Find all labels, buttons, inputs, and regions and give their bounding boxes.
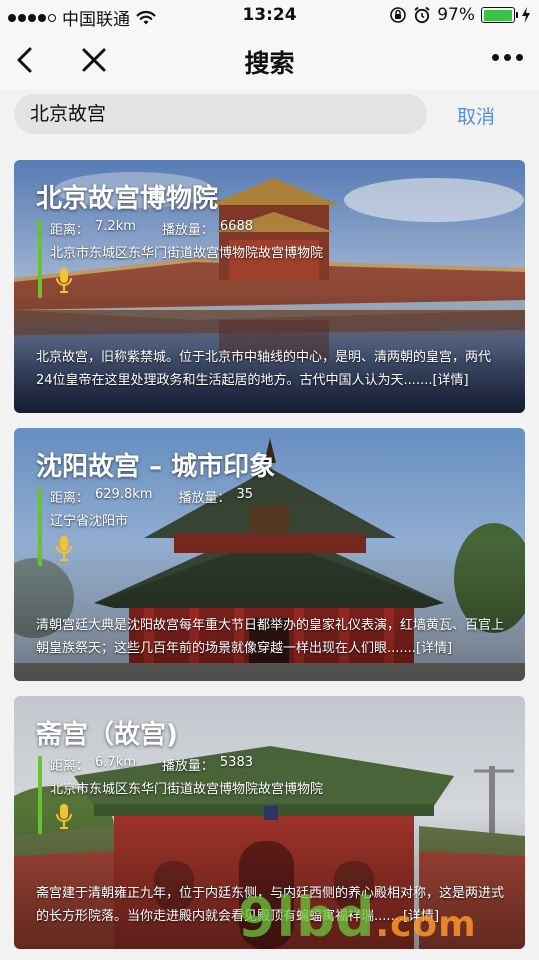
orientation-lock-icon xyxy=(390,7,407,23)
charging-icon xyxy=(522,7,530,23)
card-meta: 距离： 7.2km 播放量： 6688 xyxy=(50,219,253,238)
accent-bar xyxy=(38,756,42,834)
details-link[interactable]: [详情] xyxy=(416,641,452,656)
card-meta: 距离： 629.8km 播放量： 35 xyxy=(50,487,253,506)
watermark-suffix: .com xyxy=(375,904,477,945)
microphone-icon[interactable] xyxy=(54,266,74,296)
card-title: 斋宫（故宫) xyxy=(36,720,178,750)
alarm-icon xyxy=(414,6,430,24)
card-title: 沈阳故宫 – 城市印象 xyxy=(36,452,276,482)
card-address: 北京市东城区东华门街道故宫博物院故宫博物院 xyxy=(50,782,324,797)
battery-fill xyxy=(483,9,512,21)
watermark-main: 9lbd xyxy=(238,886,376,949)
card-meta: 距离： 6.7km 播放量： 5383 xyxy=(50,755,253,774)
accent-bar xyxy=(38,488,42,566)
search-input[interactable]: 北京故宫 xyxy=(14,94,427,134)
battery-icon xyxy=(481,7,518,23)
result-card[interactable]: 沈阳故宫 – 城市印象 距离： 629.8km 播放量： 35 辽宁省沈阳市 清朝宫廷… xyxy=(14,428,525,681)
plays-value: 5383 xyxy=(219,755,253,770)
description-text: 北京故宫，旧称紫禁城。位于北京市中轴线的中心，是明、清两朝的皇宫，两代24位皇帝… xyxy=(36,350,492,388)
accent-bar xyxy=(38,220,42,298)
distance-label: 距离： xyxy=(50,491,90,506)
details-link[interactable]: [详情] xyxy=(432,373,468,388)
card-address: 辽宁省沈阳市 xyxy=(50,514,129,529)
cancel-button[interactable]: 取消 xyxy=(457,102,495,129)
search-row: 北京故宫 取消 xyxy=(0,90,539,144)
distance-label: 距离： xyxy=(50,223,90,238)
plays-label: 播放量： xyxy=(161,223,214,238)
plays-label: 播放量： xyxy=(161,759,214,774)
watermark: 9lbd.com xyxy=(238,886,477,949)
plays-value: 6688 xyxy=(219,219,253,234)
distance-label: 距离： xyxy=(50,759,90,774)
card-description: 清朝宫廷大典是沈阳故宫每年重大节日都举办的皇家礼仪表演，红墙黄瓦、百官上朝皇族祭… xyxy=(36,614,506,660)
card-description: 北京故宫，旧称紫禁城。位于北京市中轴线的中心，是明、清两朝的皇宫，两代24位皇帝… xyxy=(36,346,506,392)
distance-value: 6.7km xyxy=(95,755,136,770)
status-right: 97% xyxy=(389,5,531,25)
plays-label: 播放量： xyxy=(178,491,231,506)
nav-bar: 搜索 xyxy=(0,30,539,90)
more-dots-icon[interactable] xyxy=(492,54,523,61)
distance-value: 7.2km xyxy=(95,219,136,234)
microphone-icon[interactable] xyxy=(54,802,74,832)
card-address: 北京市东城区东华门街道故宫博物院故宫博物院 xyxy=(50,246,324,261)
distance-value: 629.8km xyxy=(95,487,153,502)
result-card[interactable]: 北京故宫博物院 距离： 7.2km 播放量： 6688 北京市东城区东华门街道故宫博物… xyxy=(14,160,525,413)
plays-value: 35 xyxy=(236,487,253,502)
page-title: 搜索 xyxy=(244,49,295,78)
battery-percent: 97% xyxy=(437,5,475,25)
card-title: 北京故宫博物院 xyxy=(36,184,219,214)
status-bar: 中国联通 13:24 97% xyxy=(0,0,539,30)
microphone-icon[interactable] xyxy=(54,534,74,564)
